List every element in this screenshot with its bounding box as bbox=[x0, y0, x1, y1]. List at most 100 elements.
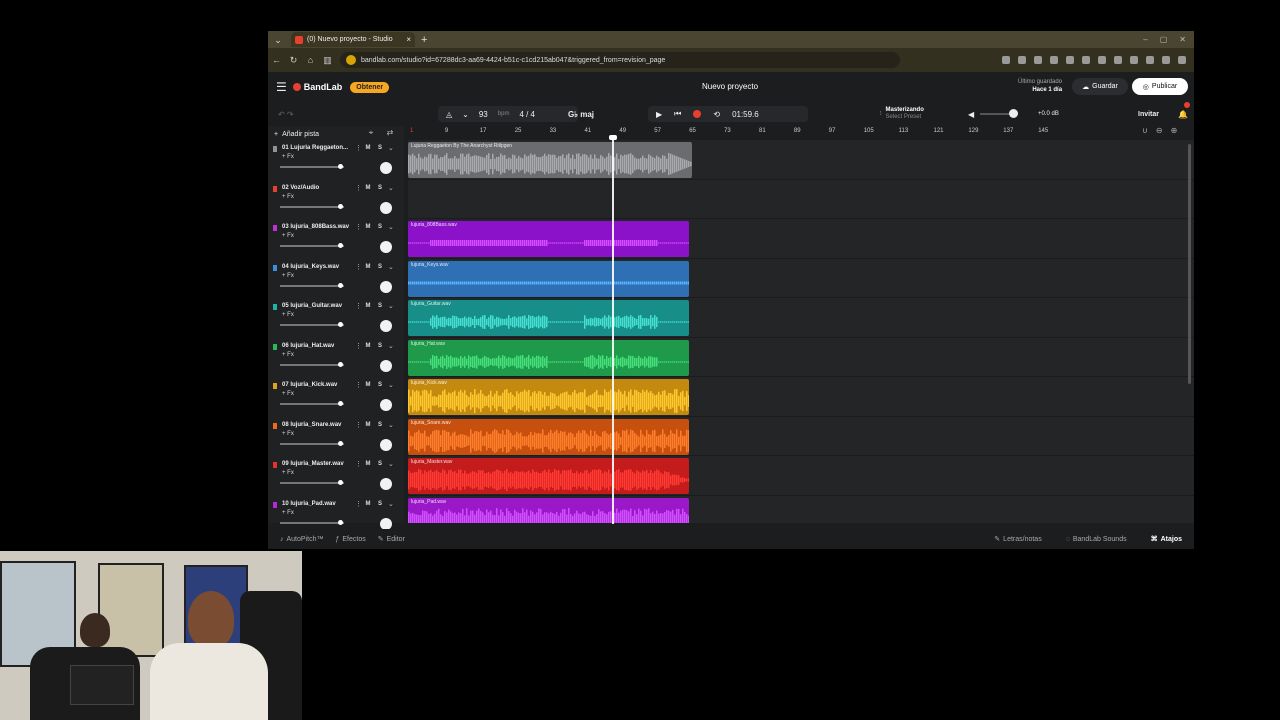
bandlab-sounds-button[interactable]: ◌ BandLab Sounds bbox=[1066, 535, 1127, 543]
extension-icon[interactable] bbox=[1114, 56, 1122, 64]
editor-button[interactable]: ✎ Editor bbox=[378, 535, 405, 544]
track-pan-knob[interactable] bbox=[380, 359, 392, 372]
extension-icon[interactable] bbox=[1018, 56, 1026, 64]
track-volume-knob[interactable] bbox=[337, 401, 343, 406]
track-lane[interactable] bbox=[408, 180, 1194, 219]
chevron-down-icon[interactable]: ⌄ bbox=[388, 263, 394, 271]
track-lane[interactable]: lujuria_Master.wav bbox=[408, 456, 1194, 496]
audio-clip[interactable]: lujuria_Keys.wav bbox=[408, 260, 689, 297]
notifications-bell-icon[interactable]: 🔔 bbox=[1178, 102, 1190, 122]
bpm-value[interactable]: 93 bbox=[479, 110, 488, 119]
track-lane[interactable]: lujuria_Hat.wav bbox=[408, 338, 1194, 377]
solo-button[interactable]: S bbox=[376, 460, 384, 468]
track-menu-icon[interactable]: ⋮ bbox=[355, 460, 362, 468]
add-fx-button[interactable]: + Fx bbox=[282, 154, 294, 160]
new-tab-button[interactable]: + bbox=[421, 34, 427, 46]
timeline-ruler[interactable]: 1 9 17 25 33 41 49 57 65 73 81 89 97 105 113 121 129 137 1… bbox=[408, 126, 1194, 139]
chevron-down-icon[interactable]: ⌄ bbox=[388, 460, 394, 468]
mute-button[interactable]: M bbox=[364, 342, 372, 350]
track-volume-slider[interactable] bbox=[280, 324, 344, 326]
audio-clip[interactable]: lujuria_Kick.wav bbox=[408, 379, 689, 415]
extension-icon[interactable] bbox=[1098, 56, 1106, 64]
track-name[interactable]: 06 lujuria_Hat.wav bbox=[282, 343, 334, 349]
track-header[interactable]: 01 Lujuria Reggaeton... + Fx ⋮ M S ⌄ bbox=[268, 142, 404, 182]
obtener-button[interactable]: Obtener bbox=[350, 81, 390, 93]
extension-icon[interactable] bbox=[1082, 56, 1090, 64]
shortcuts-button[interactable]: ⌘ Atajos bbox=[1151, 535, 1182, 544]
mastering-button[interactable]: ⫶ Masterizando Select Preset bbox=[880, 106, 950, 122]
add-fx-button[interactable]: + Fx bbox=[282, 510, 294, 516]
track-pan-knob[interactable] bbox=[380, 438, 392, 451]
mute-button[interactable]: M bbox=[364, 421, 372, 429]
track-pan-knob[interactable] bbox=[380, 201, 392, 214]
track-header[interactable]: 04 lujuria_Keys.wav + Fx ⋮ M S ⌄ bbox=[268, 261, 404, 301]
close-window-icon[interactable]: ✕ bbox=[1179, 35, 1186, 44]
track-header[interactable]: 05 lujuria_Guitar.wav + Fx ⋮ M S ⌄ bbox=[268, 300, 404, 340]
track-settings-icon[interactable]: ⇄ bbox=[385, 128, 395, 138]
track-volume-slider[interactable] bbox=[280, 205, 344, 208]
track-volume-knob[interactable] bbox=[337, 322, 343, 327]
profile-icon[interactable] bbox=[1162, 56, 1170, 64]
track-header[interactable]: 07 lujuria_Kick.wav + Fx ⋮ M S ⌄ bbox=[268, 379, 404, 419]
skip-back-icon[interactable]: ⏮ bbox=[674, 109, 681, 119]
track-volume-knob[interactable] bbox=[337, 164, 343, 169]
chevron-down-icon[interactable]: ⌄ bbox=[388, 144, 394, 152]
bookmark-star-icon[interactable] bbox=[1050, 56, 1058, 64]
solo-button[interactable]: S bbox=[376, 263, 384, 271]
track-name[interactable]: 01 Lujuria Reggaeton... bbox=[282, 145, 348, 151]
add-fx-button[interactable]: + Fx bbox=[282, 312, 294, 318]
snap-icon[interactable]: ∪ bbox=[1142, 126, 1148, 139]
bandlab-logo[interactable]: BandLab bbox=[292, 82, 342, 92]
solo-button[interactable]: S bbox=[376, 184, 384, 192]
audio-clip[interactable]: lujuria_808Bass.wav bbox=[408, 221, 689, 257]
track-name[interactable]: 10 lujuria_Pad.wav bbox=[282, 501, 336, 507]
close-tab-icon[interactable]: × bbox=[406, 35, 411, 44]
track-header[interactable]: 06 lujuria_Hat.wav + Fx ⋮ M S ⌄ bbox=[268, 340, 404, 380]
chevron-down-icon[interactable]: ⌄ bbox=[388, 184, 394, 192]
track-volume-knob[interactable] bbox=[337, 282, 343, 288]
lyrics-button[interactable]: ✎ Letras/notas bbox=[994, 535, 1041, 544]
key-selector[interactable]: G♭ maj bbox=[568, 106, 594, 122]
audio-clip[interactable]: Lujuria Reggaeton By The Anarchyst Ritlp… bbox=[408, 142, 692, 178]
track-volume-slider[interactable] bbox=[280, 363, 344, 366]
track-lane[interactable]: lujuria_Snare.wav bbox=[408, 417, 1194, 456]
add-fx-button[interactable]: + Fx bbox=[282, 391, 294, 397]
publish-button[interactable]: ◎ Publicar bbox=[1132, 78, 1188, 95]
invite-button[interactable]: Invitar bbox=[1138, 106, 1159, 122]
track-volume-knob[interactable] bbox=[337, 361, 343, 367]
track-volume-slider[interactable] bbox=[280, 284, 344, 287]
master-volume-track[interactable] bbox=[980, 109, 1018, 118]
site-info-icon[interactable] bbox=[346, 55, 356, 65]
track-pan-knob[interactable] bbox=[380, 517, 392, 530]
extension-icon[interactable] bbox=[1002, 56, 1010, 64]
add-fx-button[interactable]: + Fx bbox=[282, 273, 294, 279]
mute-button[interactable]: M bbox=[364, 302, 372, 310]
track-name[interactable]: 09 lujuria_Master.wav bbox=[282, 461, 344, 467]
vertical-scrollbar[interactable] bbox=[1188, 144, 1191, 384]
track-name[interactable]: 07 lujuria_Kick.wav bbox=[282, 382, 337, 388]
track-volume-slider[interactable] bbox=[280, 482, 344, 484]
extension-icon[interactable] bbox=[1066, 56, 1074, 64]
add-fx-button[interactable]: + Fx bbox=[282, 470, 294, 476]
audio-clip[interactable]: lujuria_Pad.wav bbox=[408, 497, 689, 523]
play-icon[interactable]: ▶ bbox=[656, 110, 662, 119]
sidebar-icon[interactable]: ▥ bbox=[319, 55, 336, 66]
record-icon[interactable] bbox=[693, 110, 702, 118]
add-fx-button[interactable]: + Fx bbox=[282, 431, 294, 437]
track-name[interactable]: 02 Voz/Audio bbox=[282, 185, 319, 191]
more-menu-icon[interactable] bbox=[1178, 56, 1186, 64]
add-fx-button[interactable]: + Fx bbox=[282, 194, 294, 200]
minimize-icon[interactable]: – bbox=[1143, 35, 1147, 44]
mute-button[interactable]: M bbox=[364, 223, 372, 231]
track-menu-icon[interactable]: ⋮ bbox=[355, 263, 362, 271]
track-volume-slider[interactable] bbox=[280, 245, 344, 247]
url-field[interactable]: bandlab.com/studio?id=67288dc3-aa69-4424… bbox=[340, 52, 900, 68]
track-header[interactable]: 02 Voz/Audio + Fx ⋮ M S ⌄ bbox=[268, 182, 404, 222]
solo-button[interactable]: S bbox=[376, 342, 384, 350]
effects-button[interactable]: ƒ Efectos bbox=[335, 536, 365, 543]
track-pan-knob[interactable] bbox=[380, 478, 392, 490]
solo-button[interactable]: S bbox=[376, 223, 384, 231]
chevron-down-icon[interactable]: ⌄ bbox=[388, 381, 394, 389]
zoom-out-icon[interactable]: ⊖ bbox=[1156, 126, 1163, 139]
solo-button[interactable]: S bbox=[376, 381, 384, 389]
